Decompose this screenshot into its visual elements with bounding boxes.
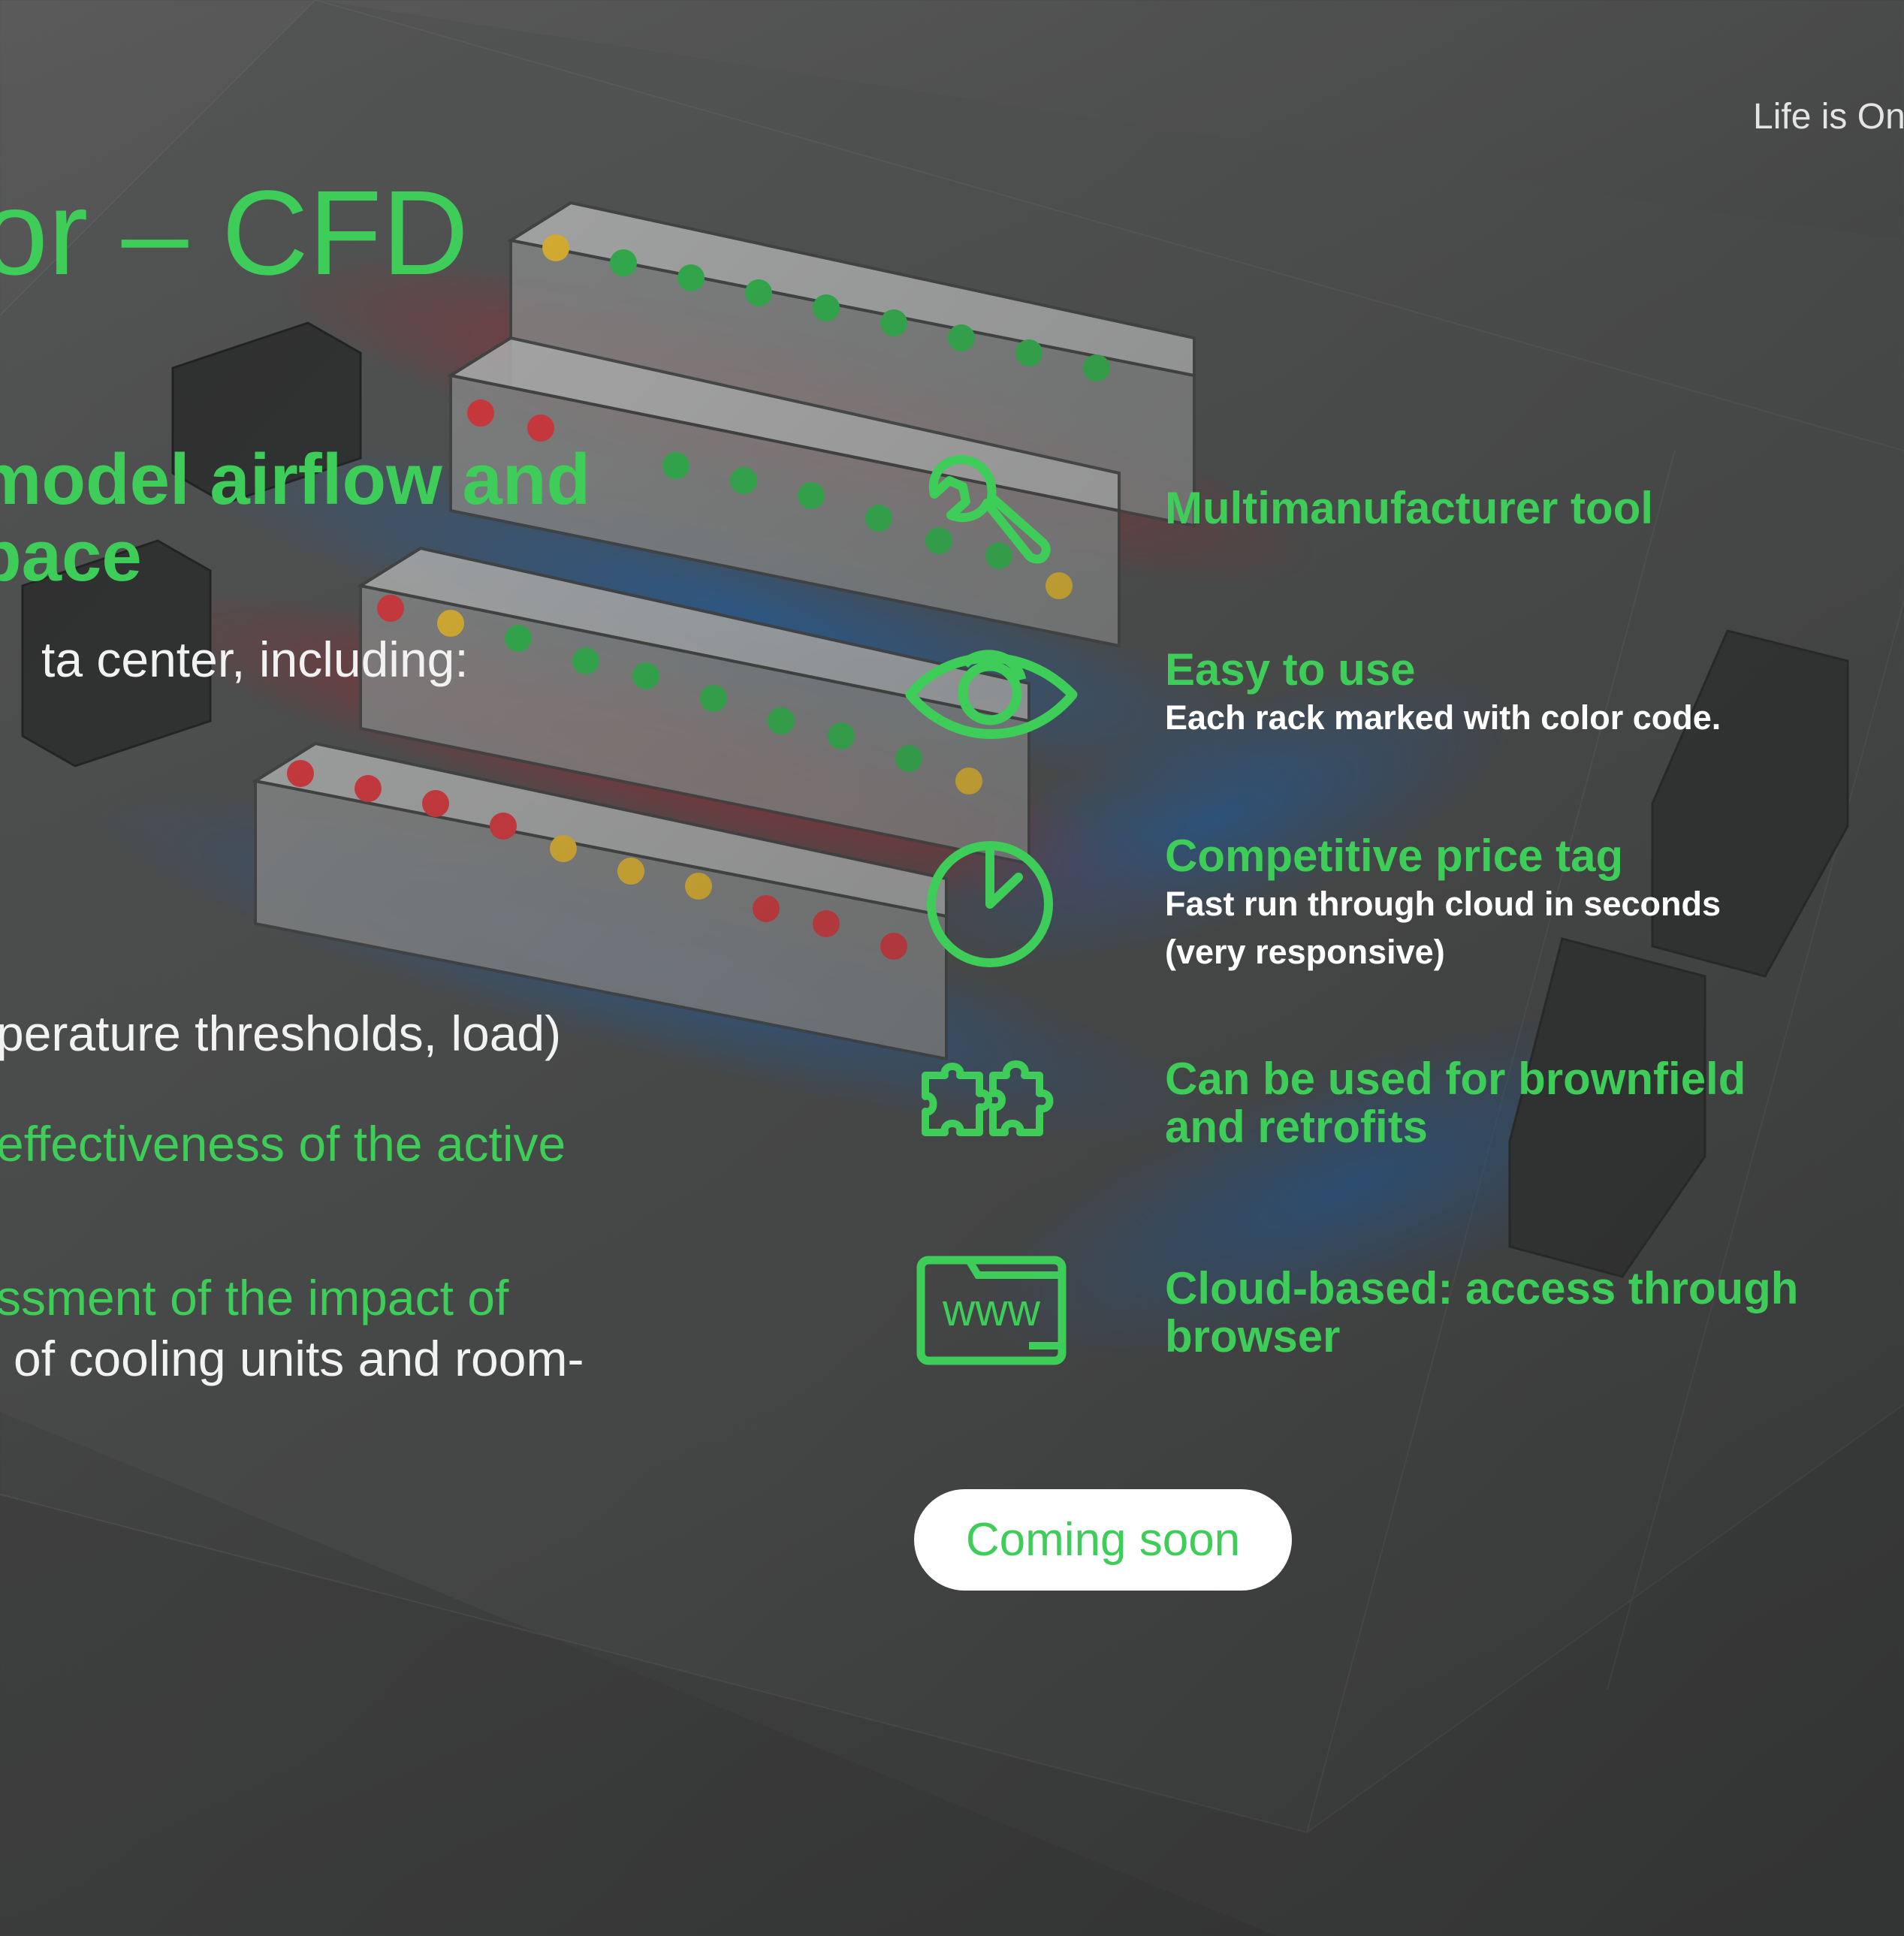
intro-text: ta center, including:	[41, 632, 469, 687]
feature-title: and retrofits	[1165, 1102, 1429, 1152]
clock-icon	[927, 841, 1053, 967]
slide-title: or – CFD	[0, 165, 469, 300]
subtitle-line: model airflow and	[0, 439, 591, 520]
feature-multimanufacturer: Multimanufacturer tool	[1165, 484, 1653, 532]
body-line-3: ssment of the impact of	[0, 1270, 509, 1325]
feature-description: Fast run through cloud in seconds	[1165, 885, 1721, 923]
coming-soon-button[interactable]: Coming soon	[914, 1489, 1292, 1591]
body-line-4: of cooling units and room-	[14, 1331, 584, 1386]
feature-title: browser	[1165, 1311, 1341, 1362]
feature-description: (very responsive)	[1165, 933, 1445, 971]
feature-easy-to-use: Easy to use Each rack marked with color …	[1165, 646, 1721, 742]
feature-title: Can be used for brownfield	[1165, 1054, 1746, 1104]
puzzle-icon	[922, 1060, 1054, 1136]
wrench-icon	[928, 455, 1051, 564]
feature-brownfield: Can be used for brownfield and retrofits	[1165, 1055, 1746, 1151]
feature-title: Competitive price tag	[1165, 831, 1624, 881]
feature-title: Cloud-based: access through	[1165, 1263, 1799, 1313]
feature-description: Each rack marked with color code.	[1165, 698, 1721, 737]
subtitle-line: pace	[0, 516, 142, 596]
eye-icon	[905, 650, 1078, 739]
www-label: www	[943, 1285, 1040, 1335]
feature-title: Multimanufacturer tool	[1165, 483, 1654, 533]
body-line-2: effectiveness of the active	[0, 1116, 566, 1172]
brand-tagline: Life is On	[1753, 97, 1904, 137]
feature-cloud: Cloud-based: access through browser	[1165, 1265, 1798, 1361]
slide-subtitle: model airflow and pace	[0, 442, 590, 595]
feature-title: Easy to use	[1165, 644, 1416, 695]
feature-price: Competitive price tag Fast run through c…	[1165, 832, 1721, 976]
body-line-1: perature thresholds, load)	[0, 1006, 562, 1061]
browser-www-icon: www	[916, 1256, 1067, 1365]
